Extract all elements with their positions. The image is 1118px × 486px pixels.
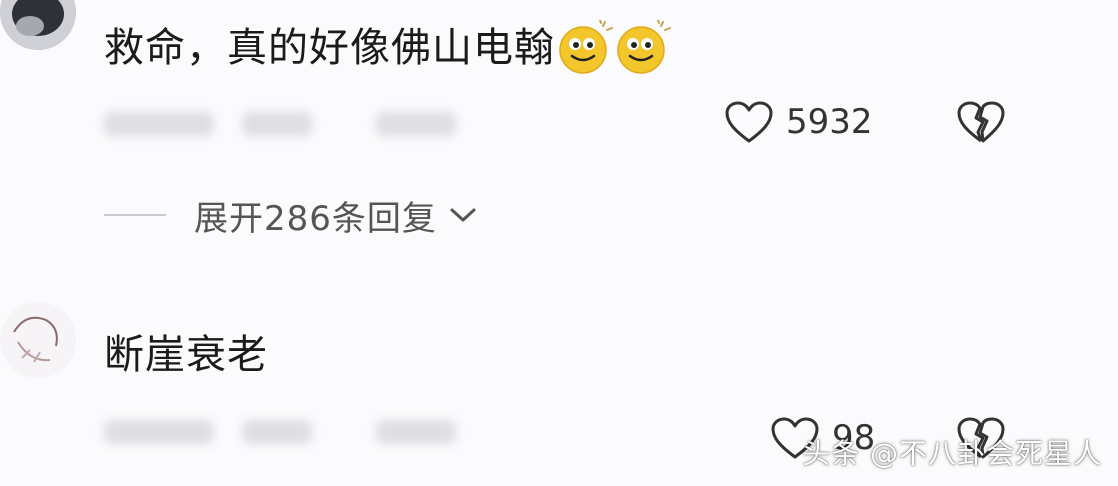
comment-body: 断崖衰老 bbox=[104, 332, 268, 378]
smile-emoji-icon bbox=[557, 19, 613, 76]
comment-text: 救命，真的好像佛山电翰 bbox=[104, 19, 671, 76]
heart-icon bbox=[725, 101, 773, 143]
comment-meta: 5932 bbox=[104, 98, 1104, 148]
reply-button[interactable] bbox=[376, 112, 456, 136]
like-button[interactable]: 5932 bbox=[724, 100, 873, 144]
dislike-button[interactable] bbox=[956, 100, 1006, 148]
watermark: 头条 @不八卦会死星人 bbox=[802, 437, 1102, 470]
expand-replies-label: 展开286条回复 bbox=[194, 198, 437, 239]
chevron-down-icon bbox=[450, 208, 476, 222]
avatar[interactable] bbox=[0, 302, 76, 378]
expand-replies[interactable]: 展开286条回复 bbox=[104, 190, 477, 240]
comment-item: 救命，真的好像佛山电翰 5932 展开286条回复 bbox=[0, 0, 1118, 290]
comment-body: 救命，真的好像佛山电翰 bbox=[104, 25, 555, 71]
smile-emoji-icon bbox=[615, 19, 671, 76]
reply-button[interactable] bbox=[376, 420, 456, 444]
blurred-timestamp bbox=[104, 420, 214, 444]
like-count: 5932 bbox=[786, 102, 873, 142]
blurred-location bbox=[242, 112, 312, 136]
comment-text: 断崖衰老 bbox=[104, 330, 268, 380]
blurred-location bbox=[242, 420, 312, 444]
blurred-timestamp bbox=[104, 112, 214, 136]
avatar[interactable] bbox=[0, 0, 76, 50]
divider bbox=[104, 214, 166, 216]
broken-heart-icon bbox=[957, 101, 1005, 143]
